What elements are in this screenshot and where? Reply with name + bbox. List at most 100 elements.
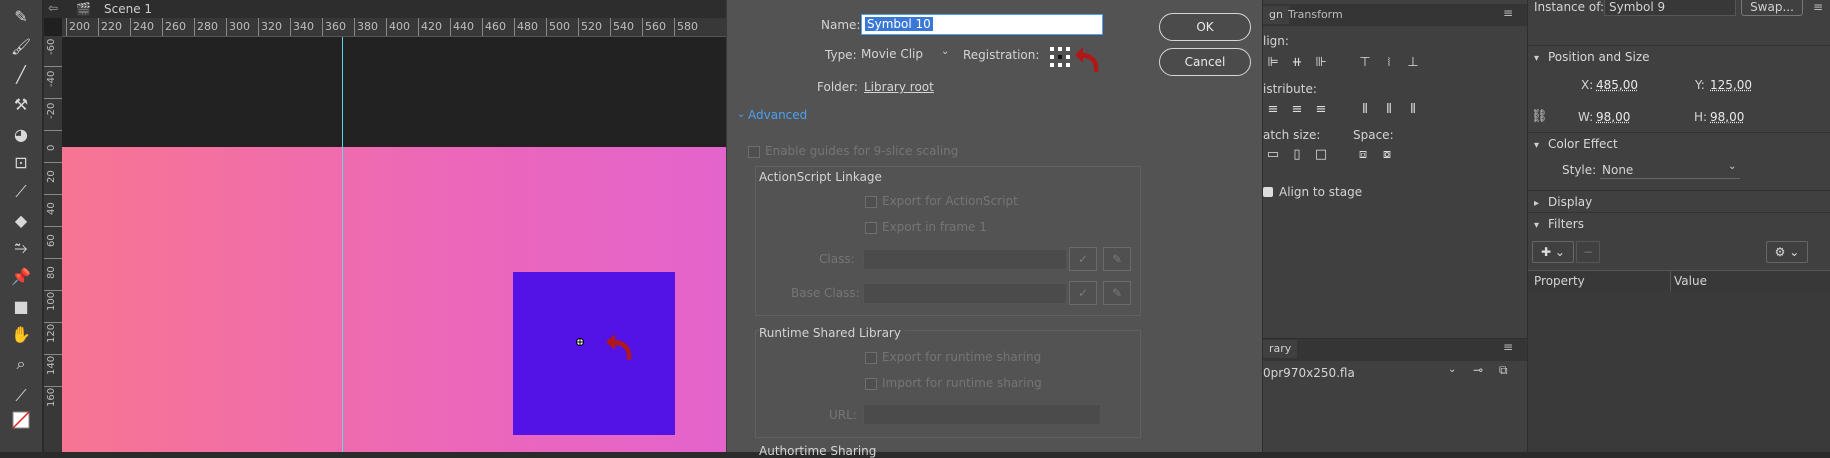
- name-field[interactable]: Symbol 10: [861, 14, 1103, 35]
- stroke-fill-icon[interactable]: [8, 408, 34, 432]
- distribute-right-icon[interactable]: ⦀: [1405, 102, 1421, 118]
- brush-icon[interactable]: ╱: [8, 62, 34, 86]
- pasteboard: [62, 37, 726, 147]
- y-label: Y:: [1695, 78, 1705, 92]
- distribute-hcenter-icon[interactable]: ⦀: [1381, 102, 1397, 118]
- registration-grid-icon[interactable]: [1049, 46, 1071, 68]
- distribute-bottom-icon[interactable]: ≡: [1313, 102, 1329, 118]
- new-library-panel-icon[interactable]: ⧉: [1499, 363, 1508, 378]
- match-width-icon[interactable]: ▭: [1265, 147, 1281, 163]
- ruler-tick-label: 300: [226, 18, 250, 36]
- match-both-icon[interactable]: □: [1313, 147, 1329, 163]
- pencil-icon[interactable]: ✎: [1103, 281, 1131, 305]
- ruler-tick-label: 520: [578, 18, 602, 36]
- filters-header[interactable]: ▾ Filters: [1528, 212, 1830, 235]
- arrow-left-icon[interactable]: ⇦: [48, 1, 58, 15]
- paintbrush-icon[interactable]: 🖌: [8, 34, 34, 58]
- color-effect-header[interactable]: ▾ Color Effect: [1528, 132, 1830, 155]
- width-tool-icon[interactable]: ⥲: [8, 236, 34, 260]
- url-field[interactable]: [863, 404, 1101, 425]
- camera-icon[interactable]: ■: [8, 294, 34, 318]
- cancel-button[interactable]: Cancel: [1159, 48, 1251, 76]
- base-class-label: Base Class:: [791, 286, 860, 300]
- link-icon[interactable]: ⛓: [1531, 109, 1548, 124]
- display-header[interactable]: ▸ Display: [1528, 190, 1830, 213]
- y-value[interactable]: 125,00: [1710, 78, 1752, 92]
- ruler-tick-label: 20: [44, 162, 62, 195]
- zoom-icon[interactable]: ⌕: [8, 352, 34, 376]
- curved-arrow-icon: [1075, 47, 1099, 72]
- add-filter-button[interactable]: ✚ ⌄: [1532, 241, 1574, 263]
- align-hcenter-icon[interactable]: ⧺: [1289, 55, 1305, 71]
- ruler-tick-label: 320: [258, 18, 282, 36]
- export-as-checkbox[interactable]: [865, 196, 877, 208]
- space-horizontal-icon[interactable]: ⧇: [1379, 147, 1395, 163]
- position-size-header[interactable]: ▾ Position and Size: [1528, 45, 1830, 68]
- library-file-select[interactable]: 0pr970x250.fla: [1263, 366, 1355, 380]
- align-top-icon[interactable]: ⊤: [1357, 55, 1373, 71]
- chevron-down-icon: ▾: [1534, 140, 1540, 151]
- filter-options-button[interactable]: ⚙ ⌄: [1766, 241, 1808, 263]
- ruler-tick-label: 460: [482, 18, 506, 36]
- pencil-icon[interactable]: ✎: [1103, 247, 1131, 271]
- align-to-stage-checkbox[interactable]: [1263, 187, 1273, 197]
- pencil-icon[interactable]: ✎: [8, 4, 34, 28]
- align-label: lign:: [1263, 34, 1289, 48]
- folder-link[interactable]: Library root: [864, 80, 934, 94]
- guide-line[interactable]: [342, 37, 343, 452]
- h-value[interactable]: 98,00: [1710, 110, 1744, 124]
- align-right-icon[interactable]: ⊪: [1313, 55, 1329, 71]
- w-value[interactable]: 98,00: [1596, 110, 1630, 124]
- advanced-toggle[interactable]: Advanced: [748, 108, 807, 122]
- export-runtime-label: Export for runtime sharing: [882, 350, 1042, 364]
- export-runtime-checkbox[interactable]: [865, 352, 877, 364]
- tab-transform[interactable]: Transform: [1282, 6, 1349, 24]
- x-value[interactable]: 485,00: [1596, 78, 1638, 92]
- align-bottom-icon[interactable]: ⊥: [1405, 55, 1421, 71]
- chevron-down-icon[interactable]: ⌄: [1448, 364, 1456, 375]
- chevron-down-icon[interactable]: ⌄: [737, 109, 745, 120]
- align-left-icon[interactable]: ⊫: [1265, 55, 1281, 71]
- class-field[interactable]: [863, 249, 1067, 270]
- curved-arrow-icon: [606, 334, 632, 360]
- import-runtime-checkbox[interactable]: [865, 378, 877, 390]
- space-vertical-icon[interactable]: ⧈: [1355, 147, 1371, 163]
- name-label: Name:: [821, 18, 861, 32]
- asset-warp-icon[interactable]: ⊡: [8, 150, 34, 174]
- eyedropper-small-icon[interactable]: ⟋: [8, 384, 34, 408]
- symbol-instance[interactable]: [513, 272, 675, 435]
- enable-guides-checkbox[interactable]: [748, 146, 760, 158]
- base-class-field[interactable]: [863, 283, 1067, 304]
- bone-icon[interactable]: ⚒: [8, 92, 34, 116]
- distribute-vcenter-icon[interactable]: ≡: [1289, 102, 1305, 118]
- match-size-label: atch size:: [1263, 128, 1321, 142]
- type-select[interactable]: Movie Clip ⌄: [861, 45, 949, 63]
- panel-menu-icon[interactable]: ≡: [1503, 340, 1513, 354]
- pin-library-icon[interactable]: ⊸: [1473, 363, 1483, 377]
- ruler-tick-label: 580: [674, 18, 698, 36]
- swap-button[interactable]: Swap...: [1741, 0, 1803, 16]
- remove-filter-button[interactable]: −: [1576, 241, 1600, 263]
- vertical-ruler: -60 -40 -20 0 20 40 60 80 100 120 140 160: [44, 36, 63, 452]
- export-frame1-checkbox[interactable]: [865, 222, 877, 234]
- panel-menu-icon[interactable]: ≡: [1813, 0, 1823, 14]
- match-height-icon[interactable]: ▯: [1289, 147, 1305, 163]
- eyedropper-icon[interactable]: ⟋: [8, 180, 34, 204]
- hand-icon[interactable]: ✋: [8, 322, 34, 346]
- instance-of-label: Instance of:: [1534, 0, 1605, 14]
- pin-icon[interactable]: 📌: [8, 264, 34, 288]
- tab-library[interactable]: rary: [1263, 340, 1298, 358]
- align-vcenter-icon[interactable]: ⧘: [1381, 55, 1397, 71]
- eraser-icon[interactable]: ◆: [8, 208, 34, 232]
- ok-button[interactable]: OK: [1159, 13, 1251, 41]
- col-value: Value: [1674, 274, 1707, 288]
- url-label: URL:: [829, 408, 857, 422]
- distribute-top-icon[interactable]: ≡: [1265, 102, 1281, 118]
- panel-menu-icon[interactable]: ≡: [1503, 6, 1513, 20]
- checkmark-icon[interactable]: ✓: [1069, 247, 1097, 271]
- scene-label[interactable]: Scene 1: [104, 2, 152, 16]
- style-select[interactable]: None ⌄: [1600, 160, 1740, 179]
- distribute-left-icon[interactable]: ⦀: [1357, 102, 1373, 118]
- checkmark-icon[interactable]: ✓: [1069, 281, 1097, 305]
- paint-bucket-icon[interactable]: ◕: [8, 122, 34, 146]
